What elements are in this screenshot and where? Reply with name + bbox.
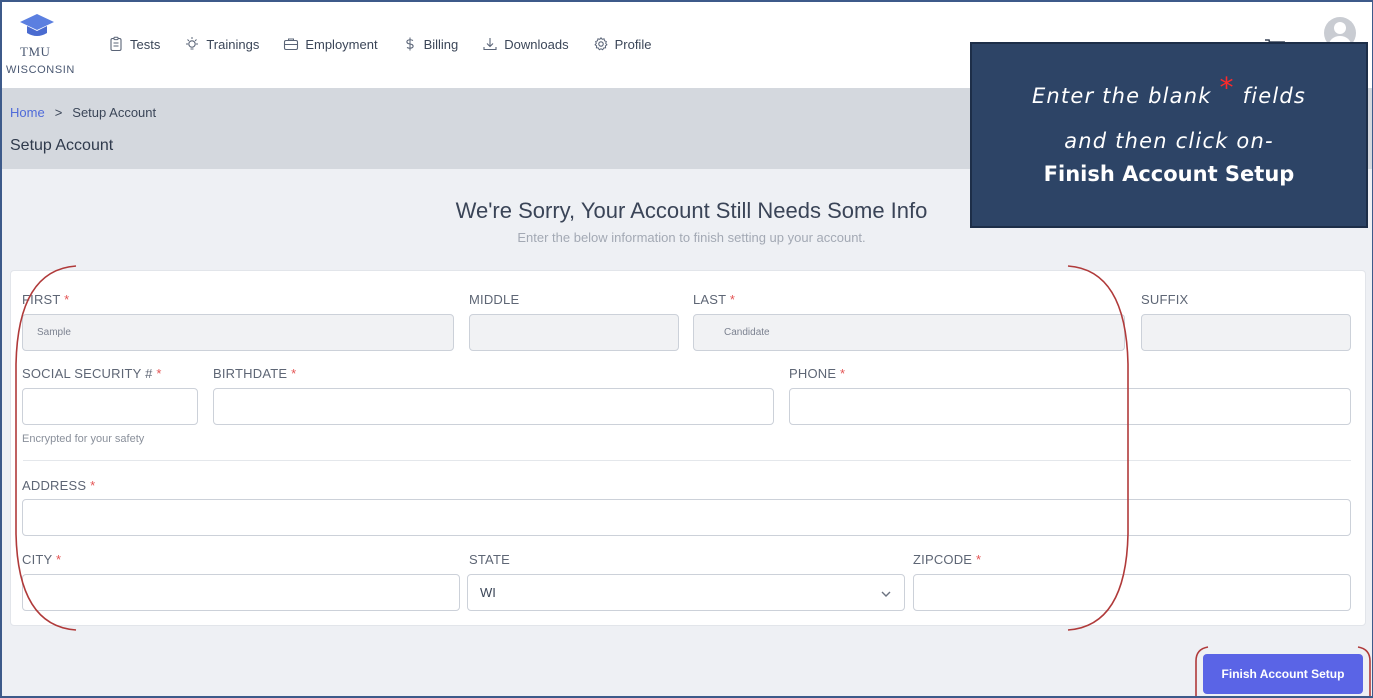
address-field[interactable] <box>22 499 1351 536</box>
app-frame: TMU WISCONSIN Tests Trainings Employment… <box>0 0 1373 698</box>
birthdate-field[interactable] <box>213 388 774 425</box>
clipboard-icon <box>110 36 122 52</box>
nav-downloads-label: Downloads <box>504 36 569 52</box>
breadcrumb-current: Setup Account <box>72 105 157 120</box>
instruction-callout: Enter the blank * fields and then click … <box>970 42 1368 228</box>
city-field[interactable] <box>22 574 460 611</box>
last-name-label: LAST * <box>693 292 736 307</box>
breadcrumb-separator: > <box>54 105 63 120</box>
nav-trainings[interactable]: Trainings <box>184 36 259 52</box>
birthdate-label: BIRTHDATE * <box>213 366 297 381</box>
callout-line-3: Finish Account Setup <box>1043 162 1295 186</box>
form-divider <box>23 460 1351 461</box>
nav-tests[interactable]: Tests <box>108 36 160 52</box>
main-nav: Tests Trainings Employment Billing Downl… <box>108 36 675 52</box>
lightbulb-icon <box>186 37 199 50</box>
callout-line-1: Enter the blank * fields <box>1031 71 1307 108</box>
page-title: Setup Account <box>10 137 114 154</box>
state-select[interactable]: WI <box>467 574 905 611</box>
chevron-down-icon <box>881 591 891 597</box>
last-name-value: Candidate <box>724 327 770 338</box>
callout-star: * <box>1219 71 1235 104</box>
avatar-head <box>1334 22 1346 34</box>
account-form-card: FIRST * Sample MIDDLE LAST * Candidate S… <box>10 270 1366 626</box>
phone-label: PHONE * <box>789 366 846 381</box>
breadcrumb-home[interactable]: Home <box>10 105 45 120</box>
suffix-field[interactable] <box>1141 314 1351 351</box>
finish-account-setup-button[interactable]: Finish Account Setup <box>1203 654 1363 694</box>
briefcase-icon <box>284 38 299 51</box>
dollar-icon <box>405 37 414 51</box>
brand-logo[interactable]: TMU WISCONSIN <box>6 12 80 82</box>
breadcrumb: Home > Setup Account <box>10 105 156 120</box>
nav-billing-label: Billing <box>423 36 459 52</box>
first-name-field[interactable]: Sample <box>22 314 454 351</box>
gear-icon <box>593 36 608 51</box>
download-icon <box>483 38 497 51</box>
notice-subtext: Enter the below information to finish se… <box>517 230 866 245</box>
middle-name-field[interactable] <box>469 314 679 351</box>
nav-profile-label: Profile <box>614 36 652 52</box>
nav-employment-label: Employment <box>305 36 378 52</box>
nav-billing[interactable]: Billing <box>402 36 459 52</box>
callout-line-2: and then click on- <box>1064 129 1274 153</box>
brand-name: TMU <box>20 44 51 59</box>
nav-employment[interactable]: Employment <box>283 36 378 52</box>
nav-tests-label: Tests <box>130 36 161 52</box>
zipcode-label: ZIPCODE * <box>913 552 982 567</box>
middle-name-label: MIDDLE <box>469 292 520 307</box>
nav-trainings-label: Trainings <box>206 36 260 52</box>
annotation-bracket-right <box>1067 265 1129 631</box>
brand-subtitle: WISCONSIN <box>6 64 75 76</box>
nav-downloads[interactable]: Downloads <box>482 36 569 52</box>
state-label: STATE <box>469 552 510 567</box>
state-value: WI <box>480 585 496 600</box>
suffix-label: SUFFIX <box>1141 292 1189 307</box>
annotation-bracket-left <box>15 265 77 631</box>
last-name-field[interactable]: Candidate <box>693 314 1125 351</box>
graduation-cap-icon <box>20 14 54 36</box>
nav-profile[interactable]: Profile <box>593 36 652 52</box>
